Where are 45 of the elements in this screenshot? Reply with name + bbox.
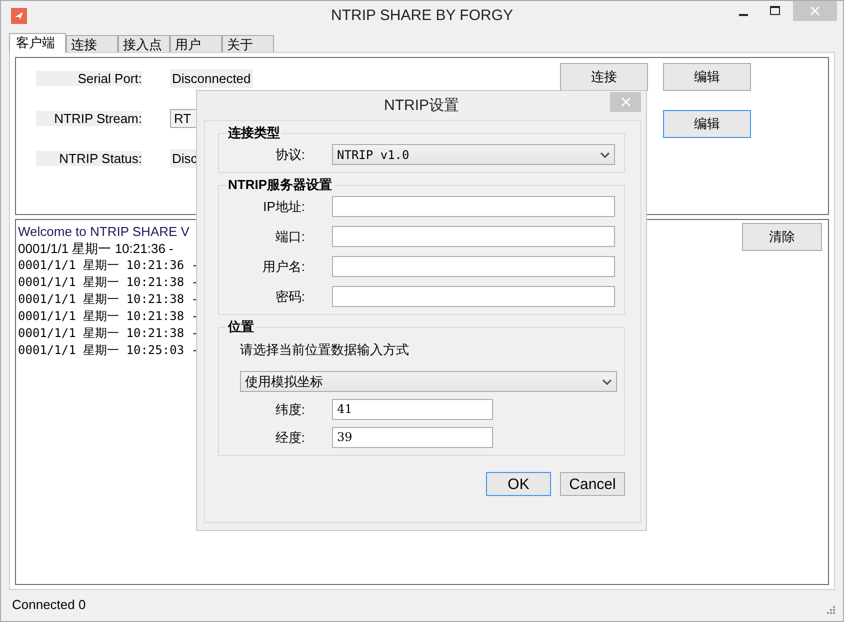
input-field[interactable] bbox=[332, 256, 615, 277]
chevron-down-icon bbox=[602, 378, 612, 384]
clear-button[interactable]: 清除 bbox=[742, 223, 822, 251]
field-label: 端口: bbox=[274, 228, 305, 246]
action-button[interactable]: 编辑 bbox=[663, 63, 751, 91]
input-field[interactable] bbox=[332, 226, 615, 247]
maximize-icon bbox=[770, 6, 780, 16]
field-label: 纬度: bbox=[274, 400, 305, 418]
minimize-icon bbox=[738, 14, 748, 16]
action-button[interactable]: 编辑 bbox=[663, 110, 751, 138]
app-icon bbox=[11, 8, 27, 24]
field-label: 用户名: bbox=[261, 258, 305, 276]
tab[interactable]: 关于 bbox=[222, 35, 274, 52]
dropdown[interactable]: 使用模拟坐标 bbox=[240, 371, 617, 392]
status-text: Disconnected bbox=[170, 68, 253, 88]
log-line: Welcome to NTRIP SHARE V bbox=[18, 223, 190, 240]
field-label: 协议: bbox=[274, 146, 305, 164]
tab[interactable]: 接入点 bbox=[118, 35, 170, 52]
tab[interactable]: 连接 bbox=[66, 35, 118, 52]
prompt-text: 请选择当前位置数据输入方式 bbox=[240, 341, 410, 359]
input-field[interactable]: 41 bbox=[332, 399, 493, 420]
close-button[interactable] bbox=[610, 92, 641, 112]
action-button[interactable]: 连接 bbox=[560, 63, 648, 91]
status-text: Connected 0 bbox=[12, 596, 86, 612]
close-icon bbox=[810, 6, 820, 16]
dialog-button[interactable]: Cancel bbox=[560, 472, 625, 496]
resize-grip-icon bbox=[827, 606, 835, 614]
close-icon bbox=[620, 97, 630, 107]
tab[interactable]: 用户 bbox=[170, 35, 222, 52]
input-field[interactable] bbox=[332, 196, 615, 217]
input-field[interactable] bbox=[332, 286, 615, 307]
field-label: 密码: bbox=[274, 288, 305, 306]
dialog-title: NTRIP设置 bbox=[384, 96, 459, 115]
chevron-down-icon bbox=[600, 152, 610, 158]
field-label: IP地址: bbox=[262, 198, 305, 216]
window-title: NTRIP SHARE BY FORGY bbox=[330, 7, 514, 24]
field-label: 经度: bbox=[274, 428, 305, 446]
group-title: NTRIP服务器设置 bbox=[226, 177, 334, 193]
dropdown[interactable]: NTRIP v1.0 bbox=[332, 144, 615, 165]
group-title: 位置 bbox=[226, 319, 256, 335]
log-line: 0001/1/1 星期一 10:21:36 - bbox=[18, 240, 174, 257]
input-field[interactable]: 39 bbox=[332, 427, 493, 448]
group-title: 连接类型 bbox=[226, 125, 282, 141]
tab[interactable]: 客户端 bbox=[9, 33, 66, 53]
dialog-button[interactable]: OK bbox=[486, 472, 551, 496]
